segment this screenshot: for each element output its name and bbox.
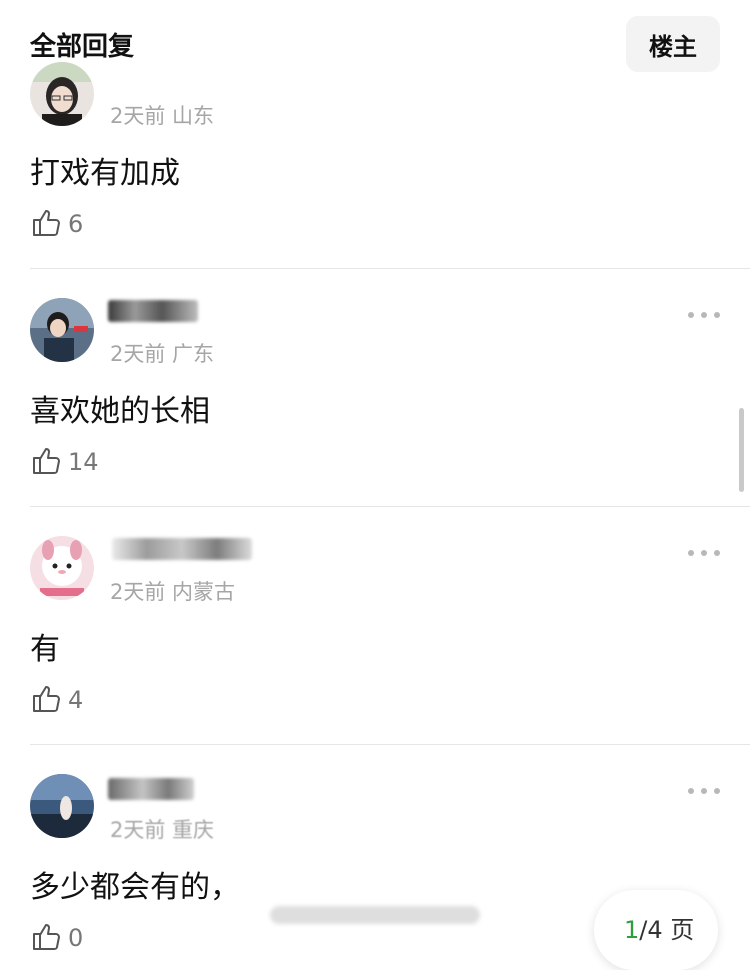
comment-text: 多少都会有的， bbox=[30, 870, 240, 905]
like-button[interactable]: 4 bbox=[30, 682, 83, 718]
divider bbox=[30, 744, 750, 745]
thumbs-up-icon bbox=[30, 920, 62, 956]
like-count: 14 bbox=[68, 448, 99, 476]
page-indicator[interactable]: 1/4 页 bbox=[594, 890, 718, 970]
like-button[interactable]: 6 bbox=[30, 206, 83, 242]
more-dots-icon[interactable] bbox=[688, 550, 720, 558]
current-page: 1 bbox=[624, 916, 640, 944]
comment-meta: 2天前 重庆 bbox=[110, 818, 215, 842]
like-count: 4 bbox=[68, 686, 84, 714]
comment-text: 打戏有加成 bbox=[30, 156, 180, 191]
thumbs-up-icon bbox=[30, 444, 62, 480]
page-indicator-text: 1/4 页 bbox=[624, 910, 694, 945]
thumbs-up-icon bbox=[30, 682, 62, 718]
comment-meta: 2天前 山东 bbox=[110, 104, 215, 128]
page-total: /4 页 bbox=[639, 916, 695, 944]
divider bbox=[30, 268, 750, 269]
more-dots-icon[interactable] bbox=[688, 312, 720, 320]
scrollbar[interactable] bbox=[739, 408, 744, 492]
comment-meta: 2天前 广东 bbox=[110, 342, 215, 366]
comment-text: 喜欢她的长相 bbox=[30, 394, 210, 429]
like-button[interactable]: 0 bbox=[30, 920, 83, 956]
avatar[interactable] bbox=[30, 298, 94, 362]
header: 全部回复 楼主 bbox=[0, 0, 750, 88]
username-blurred bbox=[108, 300, 198, 322]
like-button[interactable]: 14 bbox=[30, 444, 99, 480]
op-only-button[interactable]: 楼主 bbox=[626, 16, 720, 72]
comment-text: 有 bbox=[30, 632, 60, 667]
username-blurred bbox=[108, 778, 194, 800]
like-count: 6 bbox=[68, 210, 84, 238]
like-count: 0 bbox=[68, 924, 84, 952]
page-title: 全部回复 bbox=[30, 32, 135, 62]
comment-meta: 2天前 内蒙古 bbox=[110, 580, 236, 604]
avatar[interactable] bbox=[30, 62, 94, 126]
more-dots-icon[interactable] bbox=[688, 788, 720, 796]
username-blurred bbox=[112, 538, 252, 560]
thumbs-up-icon bbox=[30, 206, 62, 242]
blurred-watermark bbox=[270, 906, 480, 924]
divider bbox=[30, 506, 750, 507]
avatar[interactable] bbox=[30, 536, 94, 600]
avatar[interactable] bbox=[30, 774, 94, 838]
